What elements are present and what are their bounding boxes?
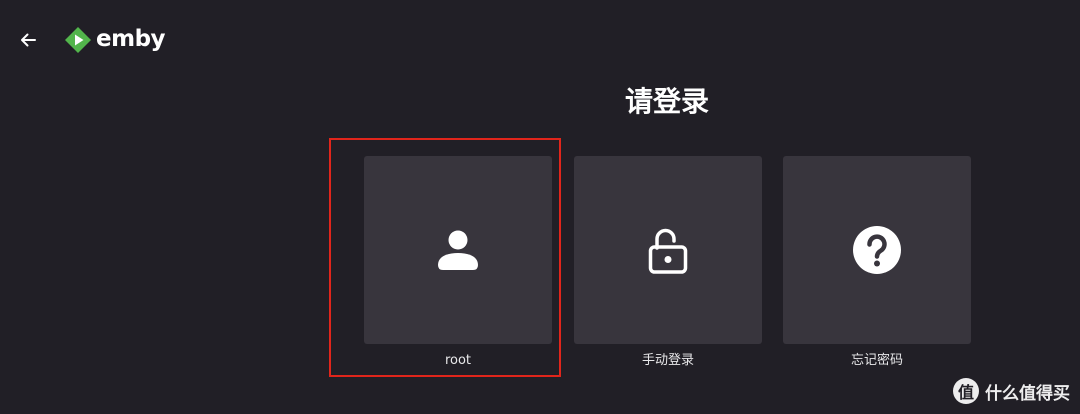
- help-icon: [853, 226, 901, 274]
- unlock-icon: [648, 228, 688, 274]
- arrow-left-icon: [21, 33, 36, 47]
- manual-login-label: 手动登录: [641, 353, 694, 368]
- user-card-root[interactable]: root: [364, 156, 552, 370]
- person-icon: [438, 230, 478, 270]
- back-button[interactable]: [14, 26, 42, 54]
- manual-login-card[interactable]: 手动登录: [574, 156, 762, 370]
- watermark-text: 什么值得买: [985, 383, 1070, 404]
- emby-logo-icon: [65, 27, 91, 53]
- manual-login-tile[interactable]: [574, 156, 762, 344]
- page-title: 请登录: [624, 85, 709, 118]
- watermark: 值 什么值得买: [953, 378, 1070, 404]
- forgot-password-card[interactable]: 忘记密码: [783, 156, 971, 370]
- user-card-tile[interactable]: [364, 156, 552, 344]
- watermark-badge-icon: 值: [953, 378, 979, 404]
- logo-text: emby: [96, 25, 166, 52]
- login-page: emby 请登录 root 手动登录 忘记密码 值 什么值得买: [0, 0, 1080, 414]
- user-card-label: root: [444, 353, 472, 368]
- forgot-password-label: 忘记密码: [850, 353, 903, 368]
- emby-logo: emby: [64, 24, 166, 56]
- forgot-password-tile[interactable]: [783, 156, 971, 344]
